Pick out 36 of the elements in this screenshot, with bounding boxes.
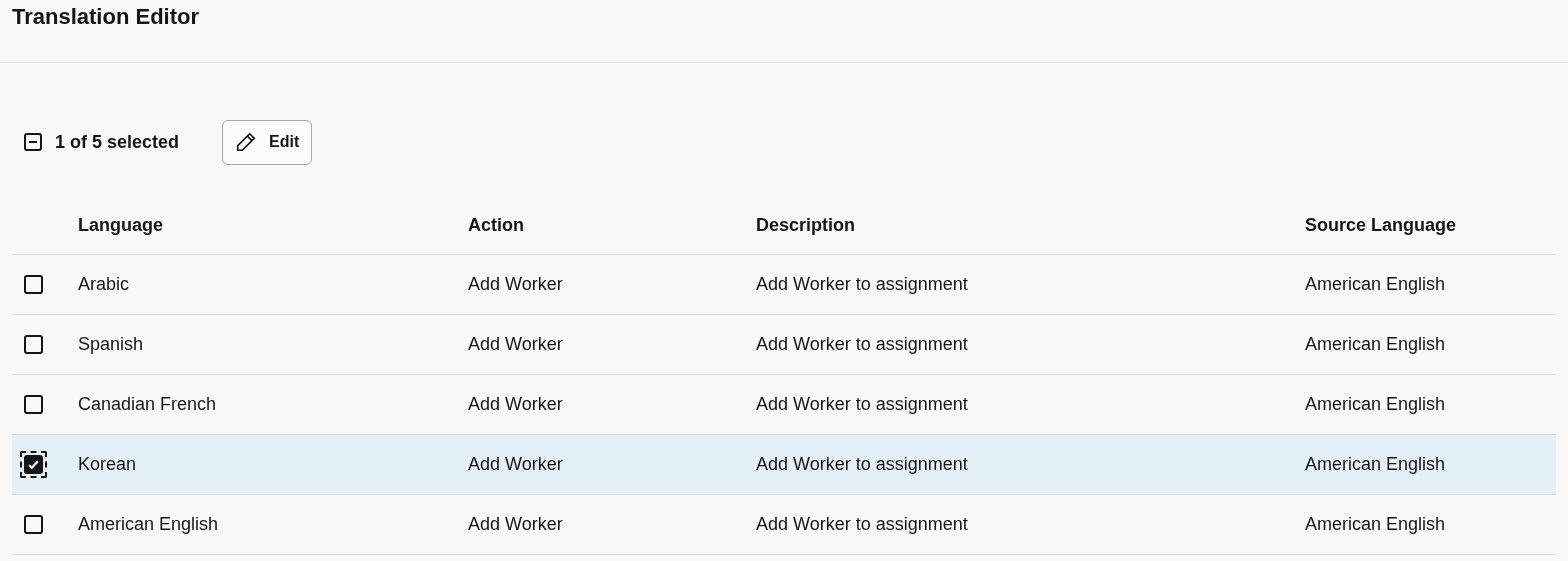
table-cell: Add Worker	[468, 274, 563, 294]
table-cell: Canadian French	[78, 394, 217, 414]
selected-row[interactable]: Korean Add Worker Add Worker to assignment American English	[12, 435, 1556, 495]
row-checkbox[interactable]	[24, 335, 43, 354]
table-cell: Arabic	[78, 274, 130, 294]
table-cell: Add Worker to assignment	[756, 274, 968, 294]
table-cell: Add Worker to assignment	[756, 334, 968, 354]
table-cell: Add Worker	[468, 334, 563, 354]
column-header: Description	[756, 215, 856, 235]
row-checkbox[interactable]	[24, 395, 43, 414]
check-icon	[27, 458, 40, 471]
table-cell: American English	[1305, 334, 1446, 354]
selection-summary: 1 of 5 selected	[55, 130, 180, 154]
table-cell: Add Worker to assignment	[756, 514, 968, 534]
table-cell: American English	[78, 514, 219, 534]
table-cell: American English	[1305, 394, 1446, 414]
column-header: Language	[78, 215, 163, 235]
row-checkbox[interactable]	[24, 455, 43, 474]
table-cell: Add Worker	[468, 394, 563, 414]
select-all-checkbox[interactable]	[24, 133, 42, 151]
row-checkbox[interactable]	[24, 275, 43, 294]
table-cell: American English	[1305, 274, 1446, 294]
edit-button[interactable]: Edit	[222, 119, 313, 165]
table-cell: Add Worker to assignment	[756, 394, 968, 414]
table-cell: American English	[1305, 514, 1446, 534]
row-checkbox[interactable]	[24, 515, 43, 534]
table-cell: Spanish	[78, 334, 144, 354]
table-cell: Add Worker	[468, 454, 563, 474]
table-cell: Add Worker to assignment	[756, 454, 968, 474]
column-header: Source Language	[1305, 215, 1457, 235]
table-cell: Korean	[78, 454, 137, 474]
column-header: Action	[468, 215, 524, 235]
pencil-icon	[235, 131, 257, 153]
page-title: Translation Editor	[12, 3, 200, 31]
table-cell: American English	[1305, 454, 1446, 474]
table-cell: Add Worker	[468, 514, 563, 534]
